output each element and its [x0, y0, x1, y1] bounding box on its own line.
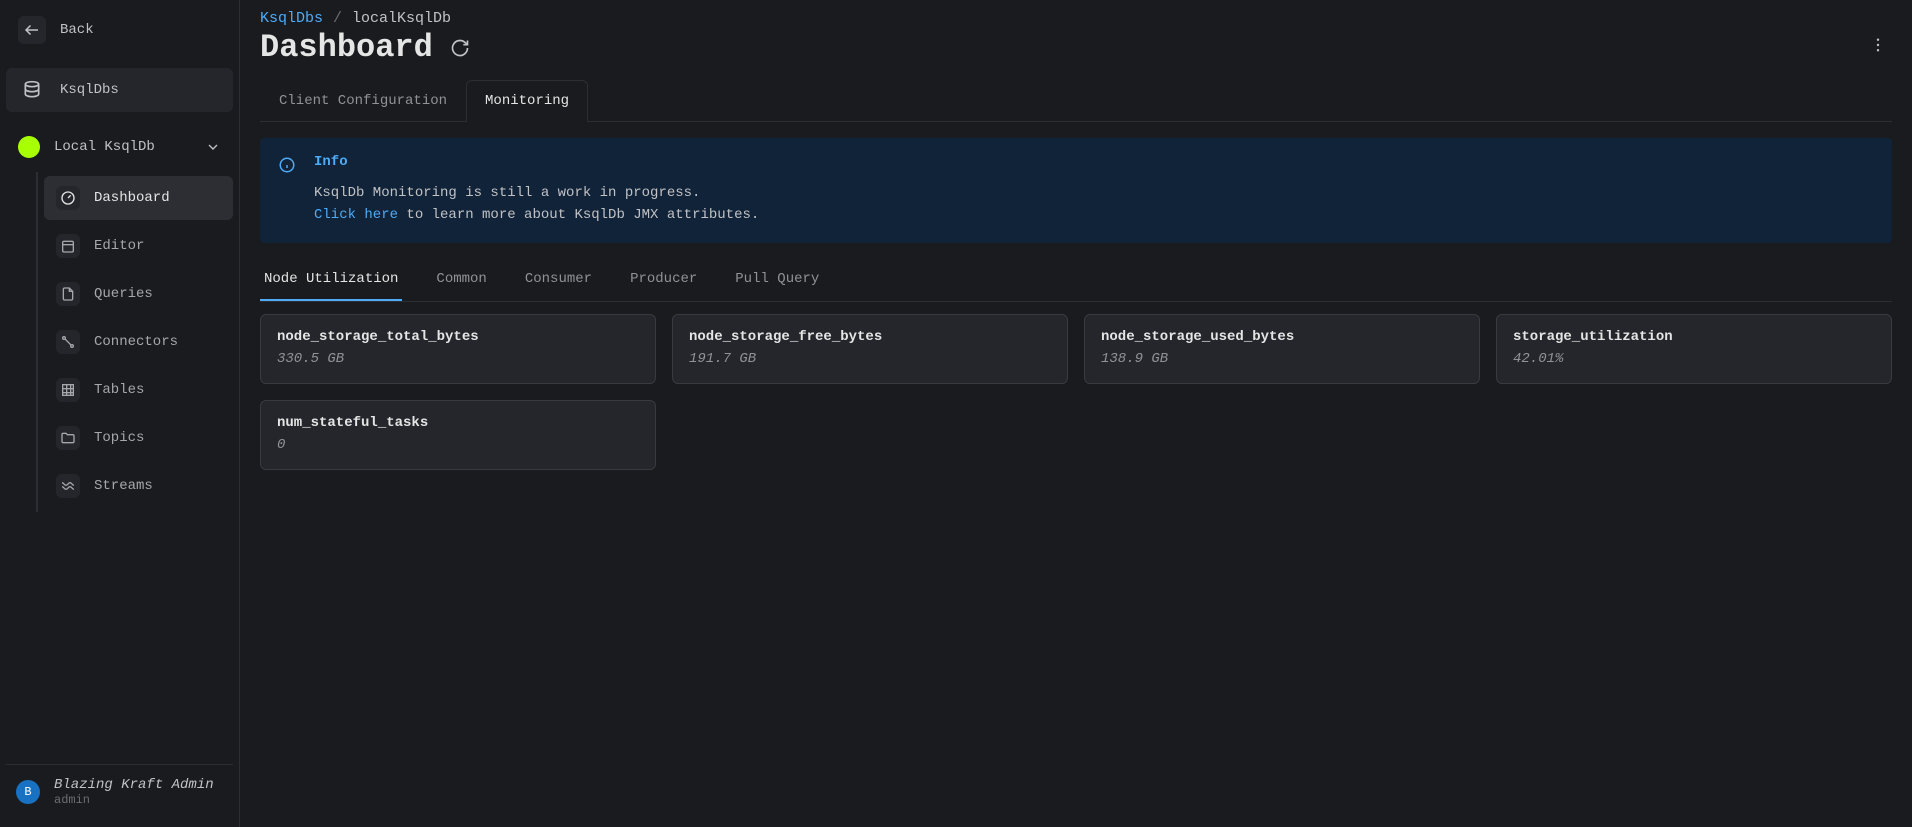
info-link[interactable]: Click here — [314, 207, 398, 223]
sidebar-item-label: Topics — [94, 430, 144, 446]
stream-icon — [56, 474, 80, 498]
sidebar-local-ksqldb-label: Local KsqlDb — [54, 139, 155, 155]
sidebar-item-label: Dashboard — [94, 190, 170, 206]
info-line2-rest: to learn more about KsqlDb JMX attribute… — [398, 207, 759, 223]
metric-value: 42.01% — [1513, 351, 1875, 367]
tab-pull-query[interactable]: Pull Query — [731, 261, 823, 301]
breadcrumb-current: localKsqlDb — [352, 10, 451, 27]
status-dot-icon — [18, 136, 40, 158]
arrow-left-icon — [18, 16, 46, 44]
sidebar-item-queries[interactable]: Queries — [44, 272, 233, 316]
metric-card: node_storage_used_bytes 138.9 GB — [1084, 314, 1480, 384]
sidebar-item-label: Connectors — [94, 334, 178, 350]
user-profile[interactable]: B Blazing Kraft Admin admin — [6, 764, 233, 819]
sidebar-item-topics[interactable]: Topics — [44, 416, 233, 460]
calendar-icon — [56, 234, 80, 258]
tab-common[interactable]: Common — [432, 261, 490, 301]
tab-monitoring[interactable]: Monitoring — [466, 80, 588, 122]
database-icon — [18, 76, 46, 104]
info-icon — [278, 156, 296, 227]
table-icon — [56, 378, 80, 402]
metric-name: storage_utilization — [1513, 329, 1875, 345]
tab-client-configuration[interactable]: Client Configuration — [260, 80, 466, 121]
sidebar-item-streams[interactable]: Streams — [44, 464, 233, 508]
back-label: Back — [60, 22, 94, 38]
sidebar-local-ksqldb-button[interactable]: Local KsqlDb — [6, 128, 233, 166]
sidebar-item-editor[interactable]: Editor — [44, 224, 233, 268]
folder-icon — [56, 426, 80, 450]
sidebar-item-label: Streams — [94, 478, 153, 494]
user-avatar: B — [16, 780, 40, 804]
metric-card: node_storage_total_bytes 330.5 GB — [260, 314, 656, 384]
sidebar-nav-list: Dashboard Editor Queries Connectors — [36, 172, 233, 512]
metric-name: node_storage_used_bytes — [1101, 329, 1463, 345]
main-content: KsqlDbs / localKsqlDb Dashboard Client C… — [240, 0, 1912, 827]
metric-value: 191.7 GB — [689, 351, 1051, 367]
chevron-down-icon — [205, 139, 221, 155]
metric-name: node_storage_total_bytes — [277, 329, 639, 345]
metric-card: storage_utilization 42.01% — [1496, 314, 1892, 384]
metric-cards: node_storage_total_bytes 330.5 GB node_s… — [260, 314, 1892, 470]
metric-card: num_stateful_tasks 0 — [260, 400, 656, 470]
sidebar-ksqldbs-button[interactable]: KsqlDbs — [6, 68, 233, 112]
sidebar-item-label: Queries — [94, 286, 153, 302]
tab-producer[interactable]: Producer — [626, 261, 701, 301]
breadcrumb-root-link[interactable]: KsqlDbs — [260, 10, 323, 27]
info-title: Info — [314, 154, 759, 170]
back-button[interactable]: Back — [6, 8, 233, 52]
tab-node-utilization[interactable]: Node Utilization — [260, 261, 402, 301]
gauge-icon — [56, 186, 80, 210]
info-body: KsqlDb Monitoring is still a work in pro… — [314, 182, 759, 227]
outer-tabs: Client Configuration Monitoring — [260, 80, 1892, 122]
sidebar-item-label: Editor — [94, 238, 144, 254]
breadcrumb-separator: / — [333, 10, 342, 27]
sidebar-ksqldbs-label: KsqlDbs — [60, 82, 119, 98]
sidebar-item-label: Tables — [94, 382, 144, 398]
user-name: Blazing Kraft Admin — [54, 777, 214, 793]
sidebar-item-dashboard[interactable]: Dashboard — [44, 176, 233, 220]
metric-value: 330.5 GB — [277, 351, 639, 367]
sql-file-icon — [56, 282, 80, 306]
metric-value: 138.9 GB — [1101, 351, 1463, 367]
breadcrumb: KsqlDbs / localKsqlDb — [260, 10, 1864, 27]
inner-tabs: Node Utilization Common Consumer Produce… — [260, 261, 1892, 302]
refresh-icon[interactable] — [449, 37, 471, 59]
sidebar-item-tables[interactable]: Tables — [44, 368, 233, 412]
info-banner: Info KsqlDb Monitoring is still a work i… — [260, 138, 1892, 243]
connector-icon — [56, 330, 80, 354]
metric-card: node_storage_free_bytes 191.7 GB — [672, 314, 1068, 384]
page-title-row: Dashboard — [260, 29, 1864, 66]
page-title: Dashboard — [260, 29, 433, 66]
overflow-menu-button[interactable] — [1864, 31, 1892, 59]
sidebar-item-connectors[interactable]: Connectors — [44, 320, 233, 364]
info-line1: KsqlDb Monitoring is still a work in pro… — [314, 185, 700, 201]
user-role: admin — [54, 793, 214, 807]
sidebar: Back KsqlDbs Local KsqlDb Dashboard — [0, 0, 240, 827]
metric-value: 0 — [277, 437, 639, 453]
metric-name: num_stateful_tasks — [277, 415, 639, 431]
tab-consumer[interactable]: Consumer — [521, 261, 596, 301]
metric-name: node_storage_free_bytes — [689, 329, 1051, 345]
